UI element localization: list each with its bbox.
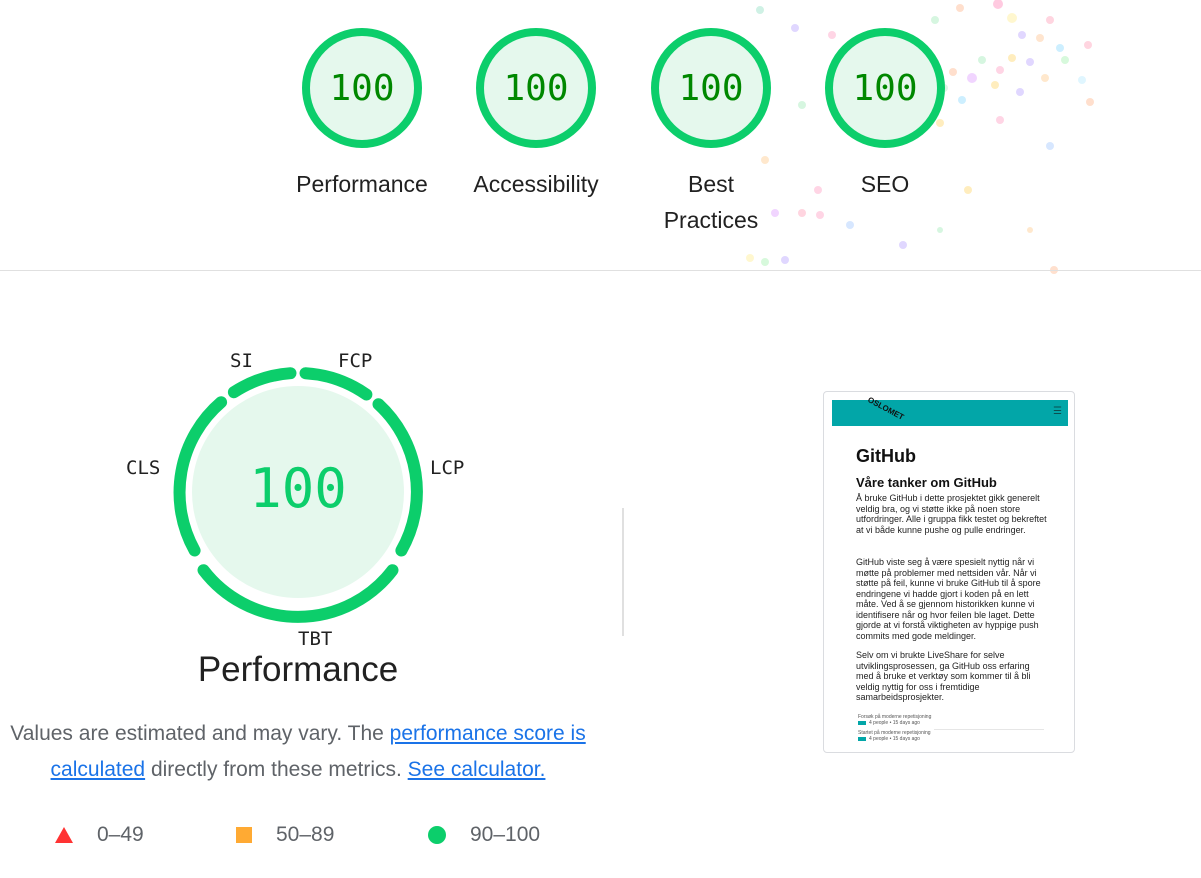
gauge-performance[interactable]: 100 Performance [287,28,437,202]
gauge-best-practices[interactable]: 100 Best Practices [636,28,786,238]
metric-label-lcp: LCP [430,457,465,479]
screenshot-footer-item: Forsøk på moderne repetisjoning 4 people… [858,714,931,726]
hamburger-icon: ☰ [1053,406,1062,417]
performance-score: 100 [249,457,347,520]
final-screenshot[interactable]: OSLOMET ☰ GitHub Våre tanker om GitHub Å… [823,391,1075,753]
triangle-icon [55,827,73,843]
footer-item-meta: 4 people • 15 days ago [869,720,920,726]
gauge-best-practices-label: Best Practices [663,171,759,233]
legend-fail: 0–49 [55,818,144,852]
metric-label-si: SI [230,350,253,372]
oslomet-logo: OSLOMET [866,395,906,422]
square-icon [236,827,252,843]
screenshot-subheading: Våre tanker om GitHub [856,475,997,490]
description-prefix: Values are estimated and may vary. The [10,722,390,745]
circle-icon [428,826,446,844]
screenshot-heading: GitHub [856,446,916,466]
description-middle: directly from these metrics. [145,758,408,781]
legend-average-range: 50–89 [276,823,335,846]
screenshot-paragraph: Å bruke GitHub i dette prosjektet gikk g… [856,493,1047,535]
legend-pass-range: 90–100 [470,823,541,846]
gauge-accessibility-score: 100 [476,28,596,148]
gauge-seo[interactable]: 100 SEO [810,28,960,202]
see-calculator-link[interactable]: See calculator. [408,758,546,781]
gauge-best-practices-score: 100 [651,28,771,148]
metric-label-cls: CLS [126,457,161,479]
gauge-accessibility[interactable]: 100 Accessibility [461,28,611,202]
screenshot-footer-item: Startet på moderne repetisjoning 4 peopl… [858,730,931,742]
gauge-performance-label: Performance [296,171,428,197]
gauge-accessibility-label: Accessibility [473,171,599,197]
legend-fail-range: 0–49 [97,823,144,846]
category-gauges: 100 Performance 100 Accessibility 100 Be… [0,28,1201,248]
screenshot-navbar: OSLOMET ☰ [832,395,1068,426]
metric-label-tbt: TBT [298,628,333,650]
gauge-seo-score: 100 [825,28,945,148]
legend-average: 50–89 [236,818,334,852]
vertical-divider [622,508,624,636]
footer-item-meta: 4 people • 15 days ago [869,736,920,742]
metric-label-fcp: FCP [338,350,373,372]
screenshot-paragraph: Selv om vi brukte LiveShare for selve ut… [856,650,1031,702]
gauge-performance-score: 100 [302,28,422,148]
performance-gauge: SI FCP LCP TBT CLS 100 [110,340,490,660]
screenshot-paragraph: GitHub viste seg å være spesielt nyttig … [856,557,1041,641]
legend-pass: 90–100 [428,818,540,852]
performance-title: Performance [197,650,399,689]
section-divider [0,270,1201,271]
performance-description: Values are estimated and may vary. The p… [0,716,596,788]
gauge-seo-label: SEO [860,171,910,197]
screenshot-divider [934,729,1044,730]
